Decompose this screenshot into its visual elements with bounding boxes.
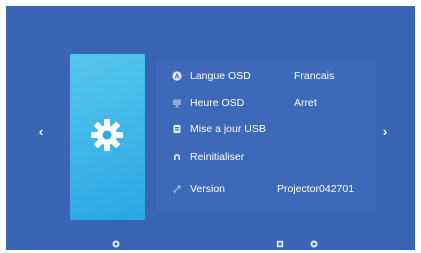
- menu-item-language[interactable]: A Langue OSD Francais: [171, 68, 334, 84]
- menu-item-usb-update[interactable]: Mise a jour USB: [171, 121, 294, 137]
- menu-item-osd-time[interactable]: Heure OSD Arret: [171, 95, 317, 111]
- menu-item-version[interactable]: Version Projector042701: [171, 181, 354, 197]
- remote-button-icon: [112, 240, 120, 248]
- language-icon: A: [171, 71, 182, 82]
- menu-item-value: Arret: [294, 97, 317, 109]
- osd-settings-screen: A Langue OSD Francais Heure OSD Arret Mi…: [6, 6, 415, 250]
- menu-item-label: Mise a jour USB: [190, 123, 266, 135]
- svg-text:A: A: [174, 74, 179, 81]
- menu-item-reset[interactable]: Reinitialiser: [171, 149, 294, 165]
- menu-item-label: Version: [190, 183, 226, 195]
- remote-button-icon: [310, 240, 318, 248]
- usb-update-icon: [171, 124, 182, 135]
- next-page-button[interactable]: ›: [380, 124, 390, 140]
- menu-item-value: Francais: [294, 70, 335, 82]
- reset-icon: [171, 152, 182, 163]
- display-time-icon: [171, 98, 182, 109]
- menu-item-label: Reinitialiser: [190, 151, 245, 163]
- gear-icon: [91, 119, 123, 151]
- remote-button-icon: [276, 240, 284, 248]
- settings-category-card[interactable]: [70, 54, 145, 220]
- version-icon: [171, 184, 182, 195]
- menu-item-value: Projector042701: [277, 183, 355, 195]
- menu-item-label: Heure OSD: [190, 97, 245, 109]
- previous-page-button[interactable]: ‹: [36, 124, 46, 140]
- menu-item-label: Langue OSD: [190, 70, 251, 82]
